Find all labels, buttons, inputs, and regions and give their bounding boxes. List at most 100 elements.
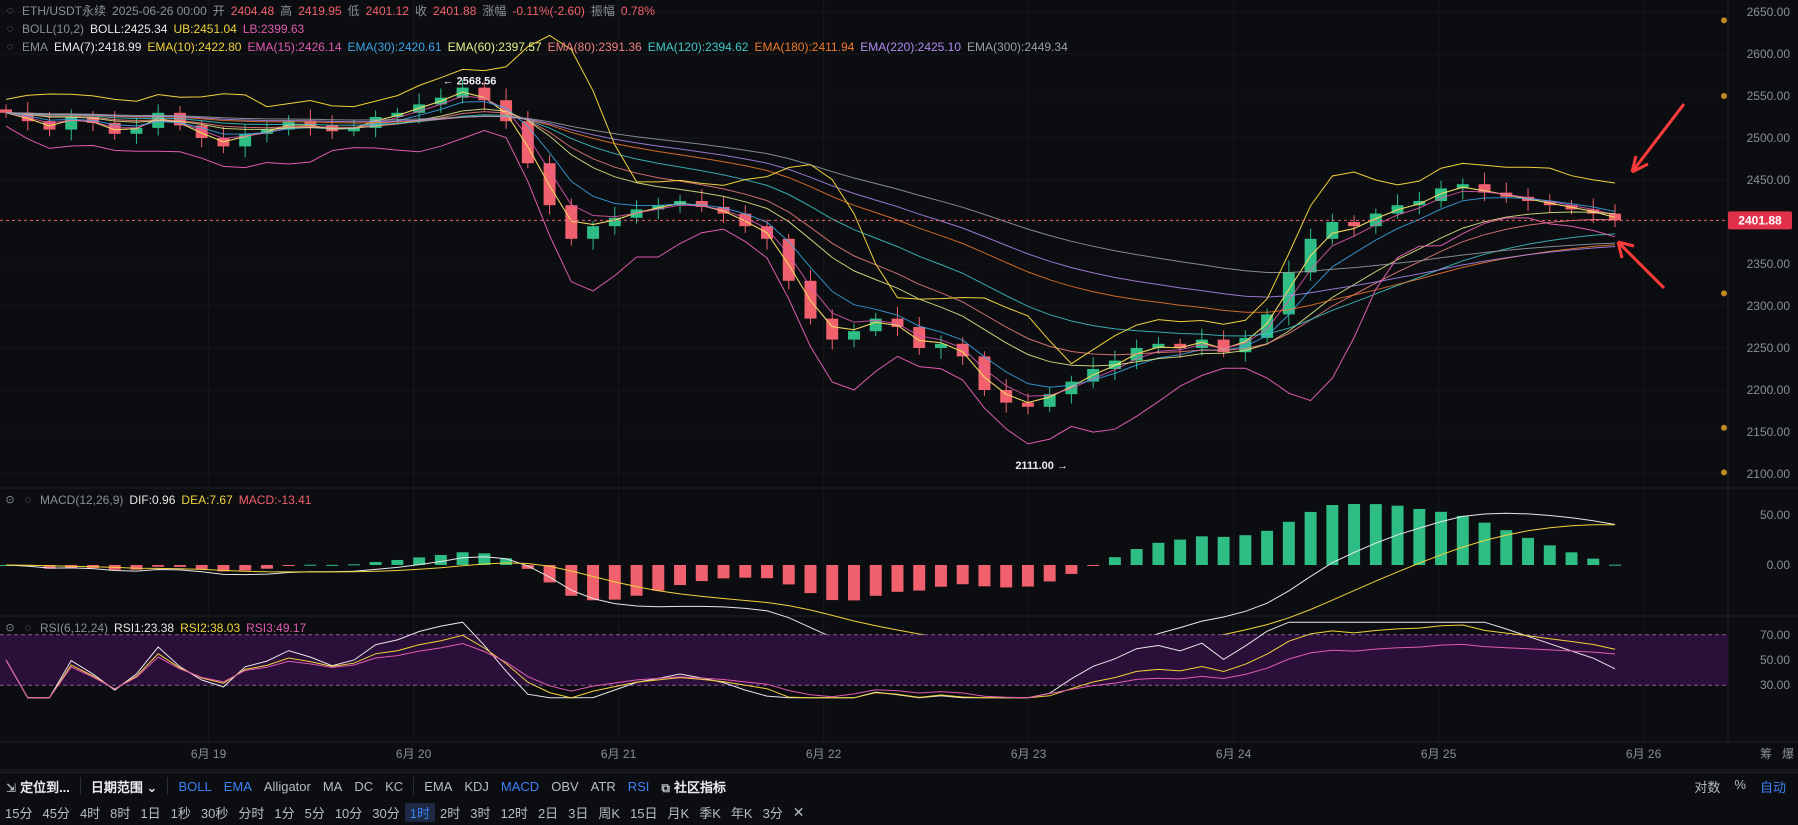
alert-bell-icon[interactable]: ◌: [4, 23, 16, 35]
interval-12[interactable]: 1时: [404, 803, 435, 822]
price-pane[interactable]: [0, 34, 1728, 445]
macd-bar: [1043, 565, 1056, 582]
macd-bar: [260, 565, 273, 569]
macd-bar: [587, 565, 600, 601]
alert-bell-icon[interactable]: ◌: [22, 622, 34, 634]
ema-value-4: EMA(60):2397.57: [447, 40, 542, 54]
x-tick-label: 6月 21: [601, 747, 637, 761]
macd-legend: ⊙ ◌ MACD(12,26,9) DIF:0.96 DEA:7.67 MACD…: [0, 491, 311, 509]
interval-11[interactable]: 30分: [367, 803, 404, 822]
interval-22[interactable]: 年K: [726, 803, 758, 822]
x-tick-label: 6月 26: [1626, 747, 1662, 761]
main-indicator-4[interactable]: DC: [348, 779, 379, 794]
candle-body: [848, 331, 860, 340]
macd-bar: [1304, 511, 1317, 565]
price-tick-label: 2350.00: [1747, 257, 1791, 271]
main-indicator-3[interactable]: MA: [317, 779, 349, 794]
main-indicator-5[interactable]: KC: [379, 779, 409, 794]
annotation-marks: ← 2568.56 2111.00 →: [443, 75, 1686, 472]
interval-8[interactable]: 1分: [269, 803, 299, 822]
scale-option-1[interactable]: %: [1734, 777, 1746, 796]
price-tick-label: 2150.00: [1747, 425, 1791, 439]
ema-value-6: EMA(120):2394.62: [647, 40, 749, 54]
chart-canvas[interactable]: 6月 19 6月 20 6月 21 6月 22 6月 23 6月 24 6月 25 6月 26…: [0, 0, 1798, 825]
interval-10[interactable]: 10分: [330, 803, 367, 822]
change-label: 涨幅: [482, 4, 507, 18]
alert-bell-icon[interactable]: ◌: [22, 494, 34, 506]
macd-bar: [978, 565, 991, 587]
community-indicators-button[interactable]: ⧉ 社区指标: [655, 777, 732, 796]
price-tick-label: 2650.00: [1747, 5, 1791, 19]
macd-bar: [1326, 505, 1339, 565]
interval-21[interactable]: 季K: [694, 803, 726, 822]
macd-bar: [1261, 530, 1274, 565]
interval-6[interactable]: 30秒: [196, 803, 233, 822]
interval-toolbar: 15分 45分 4时 8时 1日 1秒 30秒 分时 1分 5分 10分 30分 1时 2时 3时 12时 2日…: [0, 800, 1798, 825]
interval-2[interactable]: 4时: [75, 803, 105, 822]
interval-18[interactable]: 周K: [593, 803, 625, 822]
macd-bar: [1239, 535, 1252, 565]
macd-bar: [1108, 557, 1121, 565]
macd-title[interactable]: MACD(12,26,9): [40, 491, 123, 509]
interval-0[interactable]: 15分: [0, 803, 37, 822]
macd-bar: [1217, 536, 1230, 565]
macd-bar: [1565, 552, 1578, 565]
scale-options: 对数% 自动: [1694, 777, 1798, 796]
candle-body: [543, 163, 556, 206]
sub-indicator-3[interactable]: OBV: [545, 779, 584, 794]
interval-19[interactable]: 15日: [625, 803, 662, 822]
rsi-title[interactable]: RSI(6,12,24): [40, 619, 108, 637]
macd-bar: [761, 565, 773, 579]
interval-9[interactable]: 5分: [300, 803, 330, 822]
main-indicator-2[interactable]: Alligator: [258, 779, 317, 794]
boll-mid-value: BOLL:2425.34: [90, 22, 168, 36]
alert-bell-icon[interactable]: ◌: [4, 5, 16, 17]
ema-legend: ◌ EMA EMA(7):2418.99 EMA(10):2422.80 EMA(1…: [0, 38, 1068, 56]
interval-15[interactable]: 12时: [495, 803, 532, 822]
macd-bar: [630, 565, 643, 596]
interval-1[interactable]: 45分: [37, 803, 74, 822]
interval-5[interactable]: 1秒: [166, 803, 196, 822]
scale-option-2[interactable]: 自动: [1760, 777, 1786, 796]
sub-indicator-1[interactable]: KDJ: [458, 779, 495, 794]
date-range-button[interactable]: 日期范围 ⌄: [85, 777, 164, 796]
macd-tick-label: 50.00: [1760, 508, 1790, 522]
candle-body: [1348, 222, 1361, 227]
interval-7[interactable]: 分时: [233, 803, 269, 822]
sub-indicator-0[interactable]: EMA: [418, 779, 458, 794]
interval-3[interactable]: 8时: [105, 803, 135, 822]
ema-title[interactable]: EMA: [22, 38, 48, 56]
x-tick-label: 6月 22: [806, 747, 842, 761]
macd-bar: [934, 565, 947, 587]
interval-16[interactable]: 2日: [533, 803, 563, 822]
amp-value: 0.78%: [620, 4, 655, 18]
macd-bar: [282, 565, 295, 566]
interval-20[interactable]: 月K: [663, 803, 695, 822]
main-indicator-0[interactable]: BOLL: [172, 779, 217, 794]
boll-legend: ◌ BOLL(10,2) BOLL:2425.34 UB:2451.04 LB:…: [0, 20, 305, 38]
alert-bell-icon[interactable]: ◌: [4, 41, 16, 53]
price-tick-label: 2300.00: [1747, 299, 1791, 313]
scale-option-0[interactable]: 对数: [1694, 777, 1720, 796]
interval-23[interactable]: 3分: [758, 803, 788, 822]
sub-indicator-2[interactable]: MACD: [495, 779, 545, 794]
macd-bar: [695, 565, 708, 582]
interval-17[interactable]: 3日: [563, 803, 593, 822]
close-icon[interactable]: ✕: [788, 804, 810, 821]
x-tick-label: 6月 23: [1011, 747, 1047, 761]
rsi-tick-label: 50.00: [1760, 653, 1790, 667]
axis-marker-dot: [1721, 17, 1727, 24]
divider: [79, 777, 81, 795]
sub-indicator-5[interactable]: RSI: [622, 779, 656, 794]
collapse-icon[interactable]: ⊙: [4, 494, 16, 506]
main-indicator-1[interactable]: EMA: [218, 779, 258, 794]
interval-4[interactable]: 1日: [135, 803, 165, 822]
interval-14[interactable]: 3时: [465, 803, 495, 822]
boll-title[interactable]: BOLL(10,2): [22, 20, 84, 38]
macd-bar: [195, 565, 208, 569]
sub-indicator-4[interactable]: ATR: [585, 779, 622, 794]
axis-marker-dot: [1721, 469, 1727, 476]
collapse-icon[interactable]: ⊙: [4, 622, 16, 634]
interval-13[interactable]: 2时: [435, 803, 465, 822]
locate-button[interactable]: ⇲ 定位到...: [0, 777, 76, 796]
